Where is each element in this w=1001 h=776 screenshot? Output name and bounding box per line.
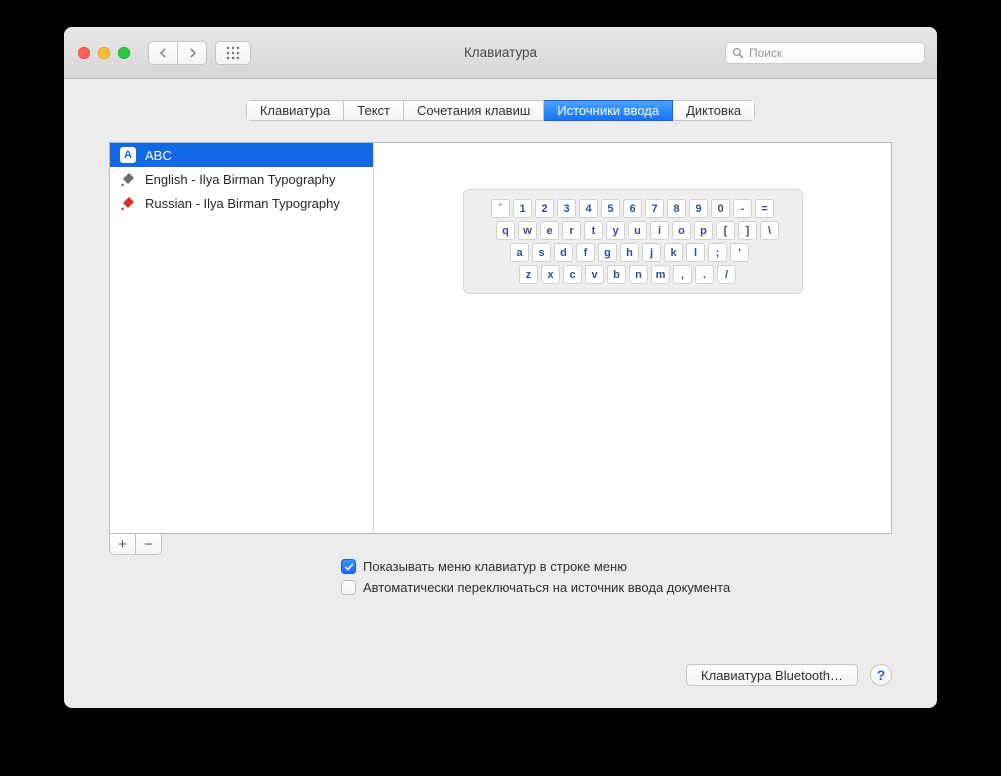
input-source-item[interactable]: A ABC: [110, 143, 373, 167]
add-source-button[interactable]: +: [109, 533, 136, 555]
options: Показывать меню клавиатур в строке меню …: [341, 559, 892, 601]
key: v: [585, 265, 604, 284]
key: /: [717, 265, 736, 284]
tab-1[interactable]: Текст: [344, 100, 404, 121]
key: 5: [601, 199, 620, 218]
key: ]: [738, 221, 757, 240]
footer: Клавиатура Bluetooth… ?: [109, 648, 892, 686]
key: 2: [535, 199, 554, 218]
key: x: [541, 265, 560, 284]
key: ': [730, 243, 749, 262]
pin-gray-icon: [120, 171, 136, 187]
key: w: [518, 221, 537, 240]
input-source-label: Russian - Ilya Birman Typography: [145, 196, 340, 211]
key: z: [519, 265, 538, 284]
remove-source-button[interactable]: −: [135, 533, 162, 555]
key: b: [607, 265, 626, 284]
label-auto-switch: Автоматически переключаться на источник …: [363, 580, 730, 595]
key: ,: [673, 265, 692, 284]
help-button[interactable]: ?: [870, 664, 892, 686]
key: g: [598, 243, 617, 262]
input-source-list[interactable]: A ABC English - Ilya Birman Typography Russ…: [110, 143, 374, 533]
input-source-item[interactable]: Russian - Ilya Birman Typography: [110, 191, 373, 215]
key: [: [716, 221, 735, 240]
key: s: [532, 243, 551, 262]
key: d: [554, 243, 573, 262]
search-input[interactable]: [749, 46, 918, 60]
tab-0[interactable]: Клавиатура: [246, 100, 344, 121]
key: r: [562, 221, 581, 240]
key: ;: [708, 243, 727, 262]
key: t: [584, 221, 603, 240]
key: 4: [579, 199, 598, 218]
key: u: [628, 221, 647, 240]
input-source-label: ABC: [145, 148, 172, 163]
key: m: [651, 265, 670, 284]
layout-abc-icon: A: [120, 147, 136, 163]
tab-3[interactable]: Источники ввода: [544, 100, 673, 121]
key: n: [629, 265, 648, 284]
key: =: [755, 199, 774, 218]
key: `: [491, 199, 510, 218]
key: l: [686, 243, 705, 262]
key: y: [606, 221, 625, 240]
list-add-remove: + −: [109, 533, 892, 555]
key: i: [650, 221, 669, 240]
option-auto-switch[interactable]: Автоматически переключаться на источник …: [341, 580, 892, 595]
content-area: A ABC English - Ilya Birman Typography Russ…: [64, 121, 937, 708]
key: j: [642, 243, 661, 262]
titlebar: Клавиатура: [64, 27, 937, 79]
search-icon: [732, 47, 744, 59]
prefs-window: Клавиатура КлавиатураТекстСочетания клав…: [64, 27, 937, 708]
minimize-button[interactable]: [98, 47, 110, 59]
key: a: [510, 243, 529, 262]
tab-2[interactable]: Сочетания клавиш: [404, 100, 544, 121]
option-show-menu[interactable]: Показывать меню клавиатур в строке меню: [341, 559, 892, 574]
key: q: [496, 221, 515, 240]
bluetooth-keyboard-button[interactable]: Клавиатура Bluetooth…: [686, 664, 858, 686]
checkbox-show-menu[interactable]: [341, 559, 356, 574]
pin-red-icon: [120, 195, 136, 211]
zoom-button[interactable]: [118, 47, 130, 59]
key: 1: [513, 199, 532, 218]
key: 8: [667, 199, 686, 218]
key: f: [576, 243, 595, 262]
show-all-button[interactable]: [215, 41, 251, 65]
keyboard-layout: `1234567890-= qwertyuiop[]\ asdfghjkl;' zxc…: [463, 189, 803, 294]
close-button[interactable]: [78, 47, 90, 59]
tab-bar: КлавиатураТекстСочетания клавишИсточники…: [64, 100, 937, 121]
key: p: [694, 221, 713, 240]
key: e: [540, 221, 559, 240]
panes: A ABC English - Ilya Birman Typography Russ…: [109, 142, 892, 534]
search-field[interactable]: [725, 42, 925, 64]
input-source-label: English - Ilya Birman Typography: [145, 172, 336, 187]
checkbox-auto-switch[interactable]: [341, 580, 356, 595]
input-source-item[interactable]: English - Ilya Birman Typography: [110, 167, 373, 191]
label-show-menu: Показывать меню клавиатур в строке меню: [363, 559, 627, 574]
key: -: [733, 199, 752, 218]
key: 7: [645, 199, 664, 218]
key: .: [695, 265, 714, 284]
back-button[interactable]: [148, 41, 178, 65]
key: 0: [711, 199, 730, 218]
key: k: [664, 243, 683, 262]
key: 3: [557, 199, 576, 218]
key: h: [620, 243, 639, 262]
forward-button[interactable]: [177, 41, 207, 65]
nav-buttons: [148, 41, 207, 65]
key: o: [672, 221, 691, 240]
traffic-lights: [78, 47, 130, 59]
tab-4[interactable]: Диктовка: [673, 100, 755, 121]
key: 6: [623, 199, 642, 218]
key: 9: [689, 199, 708, 218]
key: c: [563, 265, 582, 284]
keyboard-preview: `1234567890-= qwertyuiop[]\ asdfghjkl;' zxc…: [374, 143, 891, 533]
key: \: [760, 221, 779, 240]
